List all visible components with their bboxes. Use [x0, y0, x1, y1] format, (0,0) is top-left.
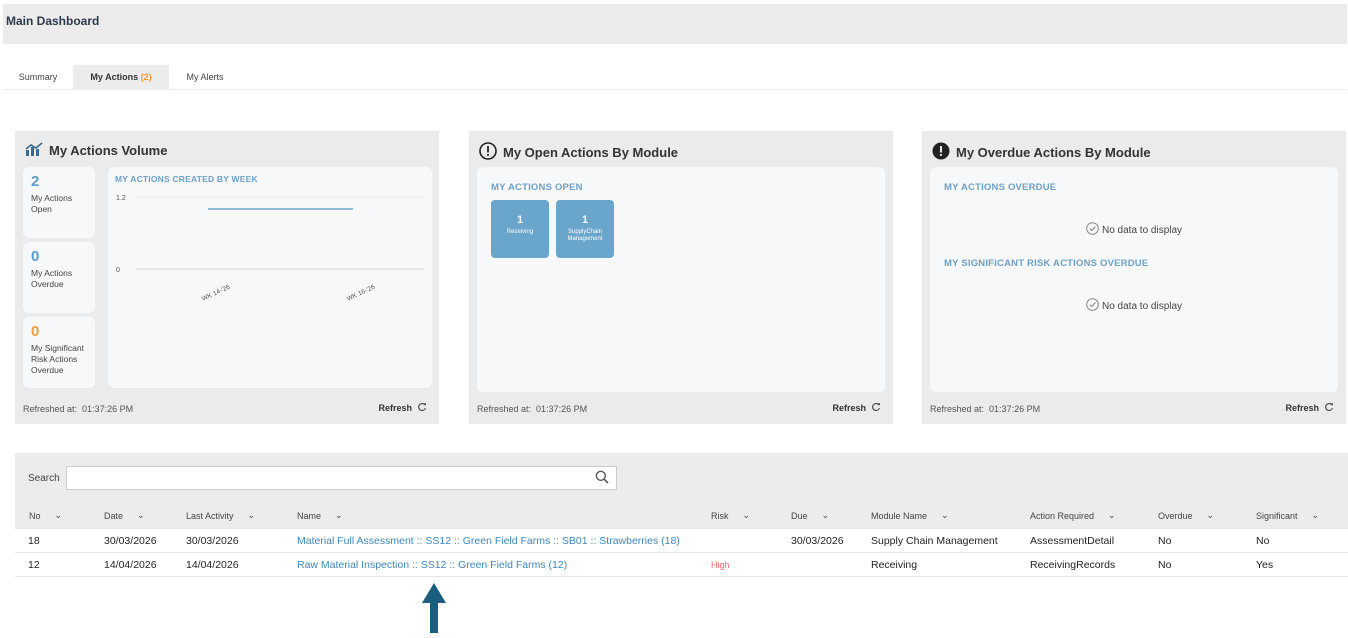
chevron-down-icon: ⌄ [237, 510, 256, 520]
open-actions-title: My Open Actions By Module [479, 142, 678, 163]
overdue-actions-card: MY ACTIONS OVERDUE No data to display MY… [930, 167, 1338, 392]
chevron-down-icon: ⌄ [44, 510, 63, 520]
stat-label: My Actions Open [31, 193, 73, 214]
refreshed-at: Refreshed at: 01:37:26 PM [930, 404, 1041, 414]
search-input[interactable] [66, 466, 617, 490]
stat-label: My Actions Overdue [31, 268, 73, 289]
cell-significant: No [1256, 535, 1270, 547]
chevron-down-icon: ⌄ [1098, 510, 1116, 520]
page-title: Main Dashboard [6, 14, 100, 28]
open-actions-card: MY ACTIONS OPEN 1 Receiving 1 SupplyChai… [477, 167, 885, 392]
refresh-icon [871, 402, 881, 414]
column-header-date[interactable]: Date ⌄ [104, 510, 145, 521]
cell-no: 18 [28, 535, 40, 547]
check-circle-icon [1086, 222, 1099, 238]
cell-due: 30/03/2026 [791, 535, 844, 547]
stat-value: 0 [31, 248, 40, 265]
refreshed-at: Refreshed at: 01:37:26 PM [23, 404, 134, 414]
overdue-actions-panel: My Overdue Actions By Module MY ACTIONS … [922, 131, 1346, 424]
exclamation-circle-icon [479, 142, 497, 163]
stat-significant-risk-overdue[interactable]: 0 My Significant Risk Actions Overdue [23, 317, 95, 388]
column-header-name[interactable]: Name ⌄ [297, 510, 343, 521]
cell-name-link[interactable]: Material Full Assessment :: SS12 :: Gree… [297, 535, 680, 547]
refreshed-at: Refreshed at: 01:37:26 PM [477, 404, 588, 414]
refresh-button[interactable]: Refresh [832, 402, 881, 414]
column-header-overdue[interactable]: Overdue ⌄ [1158, 510, 1214, 521]
column-header-no[interactable]: No ⌄ [29, 510, 62, 521]
cell-module-name: Supply Chain Management [871, 535, 998, 547]
column-header-last-activity[interactable]: Last Activity ⌄ [186, 510, 255, 521]
stat-label: My Significant Risk Actions Overdue [31, 343, 84, 375]
up-arrow-icon [422, 583, 446, 638]
overdue-subhead: MY ACTIONS OVERDUE [944, 182, 1057, 193]
cell-date: 30/03/2026 [104, 535, 157, 547]
cell-name-link[interactable]: Raw Material Inspection :: SS12 :: Green… [297, 559, 567, 571]
column-header-module-name[interactable]: Module Name ⌄ [871, 510, 949, 521]
cell-action-required: ReceivingRecords [1030, 559, 1116, 571]
x-tick-label: WK 14-'26 [201, 284, 232, 303]
tab-bar: Summary My Actions (2) My Alerts [3, 65, 1347, 90]
stat-value: 2 [31, 173, 40, 190]
search-icon[interactable] [595, 470, 609, 489]
chart-icon [25, 142, 43, 159]
x-tick-label: WK 16-'26 [346, 284, 377, 303]
actions-volume-title: My Actions Volume [25, 142, 167, 159]
chevron-down-icon: ⌄ [1196, 510, 1215, 520]
refresh-button[interactable]: Refresh [378, 402, 427, 414]
tab-my-actions[interactable]: My Actions (2) [73, 65, 169, 90]
refresh-button[interactable]: Refresh [1285, 402, 1334, 414]
no-data-message: No data to display [1086, 222, 1182, 238]
module-tile-supply-chain[interactable]: 1 SupplyChain Management [556, 200, 614, 258]
row-divider [15, 552, 1348, 553]
volume-chart: 1.2 0 WK 14-'26 WK 16-'26 [116, 195, 424, 303]
cell-significant: Yes [1256, 559, 1274, 571]
column-header-significant[interactable]: Significant ⌄ [1256, 510, 1319, 521]
cell-date: 14/04/2026 [104, 559, 157, 571]
search-label: Search [28, 473, 60, 484]
chevron-down-icon: ⌄ [127, 510, 145, 520]
overdue-actions-title: My Overdue Actions By Module [932, 142, 1151, 163]
tab-summary[interactable]: Summary [3, 65, 73, 90]
y-tick-label: 1.2 [116, 195, 126, 202]
cell-overdue: No [1158, 535, 1172, 547]
column-header-action-required[interactable]: Action Required ⌄ [1030, 510, 1116, 521]
cell-action-required: AssessmentDetail [1030, 535, 1115, 547]
tab-count-badge: (2) [140, 72, 152, 82]
tab-my-alerts[interactable]: My Alerts [169, 65, 241, 90]
exclamation-filled-icon [932, 142, 950, 163]
refresh-icon [1324, 402, 1334, 414]
no-data-message: No data to display [1086, 298, 1182, 314]
cell-module-name: Receiving [871, 559, 918, 571]
open-actions-panel: My Open Actions By Module MY ACTIONS OPE… [469, 131, 893, 424]
significant-risk-subhead: MY SIGNIFICANT RISK ACTIONS OVERDUE [944, 258, 1149, 269]
open-actions-subhead: MY ACTIONS OPEN [491, 182, 583, 193]
row-divider [15, 576, 1348, 577]
column-header-risk[interactable]: Risk ⌄ [711, 510, 750, 521]
module-tile-receiving[interactable]: 1 Receiving [491, 200, 549, 258]
chevron-down-icon: ⌄ [325, 510, 343, 520]
cell-overdue: No [1158, 559, 1172, 571]
cell-risk: High [711, 560, 730, 570]
cell-no: 12 [28, 559, 40, 571]
row-divider [15, 528, 1348, 529]
column-header-due[interactable]: Due ⌄ [791, 510, 829, 521]
stat-value: 0 [31, 323, 40, 340]
page-header: Main Dashboard [3, 4, 1347, 44]
actions-volume-panel: My Actions Volume 2 My Actions Open 0 My… [15, 131, 439, 424]
y-tick-label: 0 [116, 267, 120, 274]
chart-card: MY ACTIONS CREATED BY WEEK 1.2 0 WK 14-'26… [108, 167, 432, 388]
chevron-down-icon: ⌄ [732, 510, 751, 520]
stat-actions-overdue[interactable]: 0 My Actions Overdue [23, 242, 95, 313]
refresh-icon [417, 402, 427, 414]
chevron-down-icon: ⌄ [931, 510, 949, 520]
check-circle-icon [1086, 298, 1099, 314]
cell-last-activity: 30/03/2026 [186, 535, 239, 547]
chevron-down-icon: ⌄ [811, 510, 830, 520]
cell-last-activity: 14/04/2026 [186, 559, 239, 571]
chevron-down-icon: ⌄ [1301, 510, 1320, 520]
stat-actions-open[interactable]: 2 My Actions Open [23, 167, 95, 238]
actions-table-section: Search No ⌄ Date ⌄ Last Activity ⌄ Name … [15, 453, 1348, 603]
